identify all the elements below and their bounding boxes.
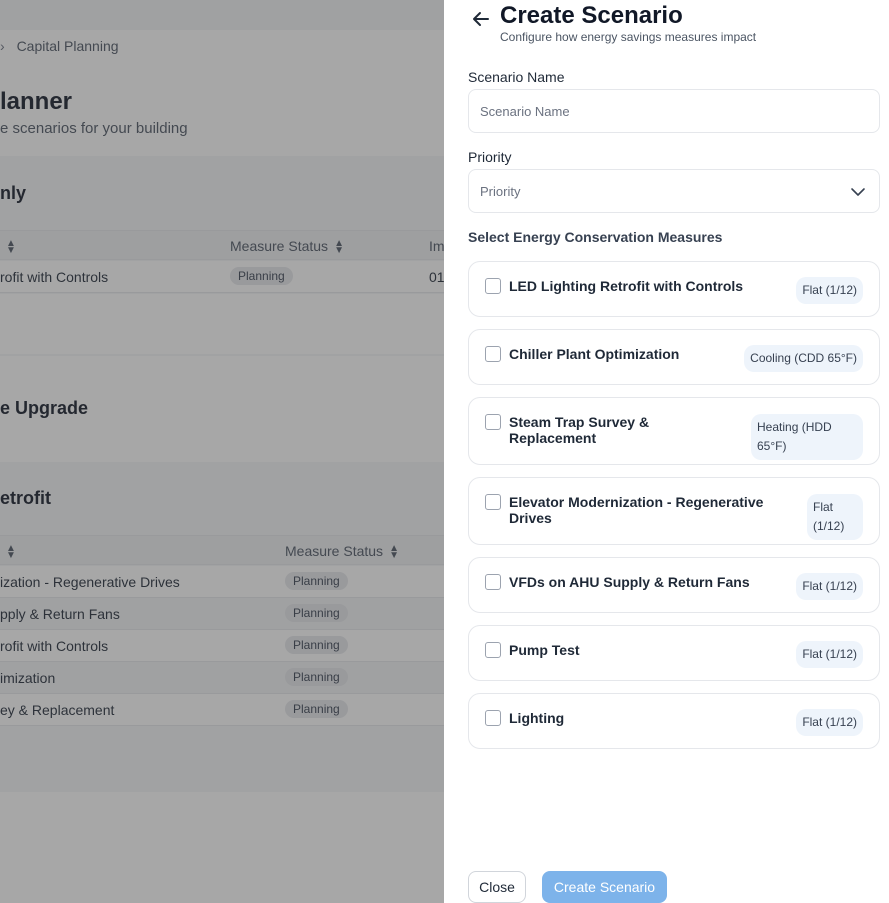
ecm-name: VFDs on AHU Supply & Return Fans	[509, 574, 750, 590]
ecm-checkbox[interactable]	[485, 346, 501, 362]
ecm-weather-tag: Flat (1/12)	[796, 709, 863, 736]
ecm-weather-tag: Flat (1/12)	[796, 573, 863, 600]
create-scenario-button[interactable]: Create Scenario	[542, 871, 667, 903]
priority-placeholder: Priority	[480, 184, 521, 199]
ecm-item[interactable]: Lighting Flat (1/12)	[468, 693, 880, 749]
ecm-checkbox[interactable]	[485, 642, 501, 658]
ecm-section-label: Select Energy Conservation Measures	[468, 229, 723, 245]
scenario-name-input[interactable]	[468, 89, 880, 133]
drawer-subtitle: Configure how energy savings measures im…	[500, 30, 757, 44]
ecm-item[interactable]: Steam Trap Survey & Replacement Heating …	[468, 397, 880, 465]
scenario-name-label: Scenario Name	[468, 69, 565, 85]
ecm-weather-tag: Heating (HDD 65°F)	[751, 414, 863, 460]
ecm-name: Lighting	[509, 710, 565, 726]
ecm-weather-tag: Flat (1/12)	[796, 277, 863, 304]
arrow-left-icon[interactable]	[470, 8, 492, 30]
ecm-item[interactable]: Chiller Plant Optimization Cooling (CDD …	[468, 329, 880, 385]
ecm-name: Steam Trap Survey & Replacement	[509, 414, 650, 446]
ecm-name: LED Lighting Retrofit with Controls	[509, 278, 744, 294]
priority-select[interactable]: Priority	[468, 169, 880, 213]
drawer-title: Create Scenario	[500, 2, 683, 29]
ecm-weather-tag: Flat (1/12)	[796, 641, 863, 668]
ecm-checkbox[interactable]	[485, 710, 501, 726]
chevron-down-icon	[849, 183, 867, 201]
ecm-checkbox[interactable]	[485, 278, 501, 294]
ecm-checkbox[interactable]	[485, 574, 501, 590]
ecm-item[interactable]: Elevator Modernization - Regenerative Dr…	[468, 477, 880, 545]
close-button[interactable]: Close	[468, 871, 526, 903]
ecm-name: Elevator Modernization - Regenerative Dr…	[509, 494, 764, 526]
priority-label: Priority	[468, 149, 512, 165]
ecm-checkbox[interactable]	[485, 414, 501, 430]
ecm-name: Chiller Plant Optimization	[509, 346, 680, 362]
create-scenario-drawer: Create Scenario Configure how energy sav…	[444, 0, 889, 903]
ecm-weather-tag: Cooling (CDD 65°F)	[744, 345, 863, 372]
ecm-checkbox[interactable]	[485, 494, 501, 510]
ecm-item[interactable]: LED Lighting Retrofit with Controls Flat…	[468, 261, 880, 317]
ecm-item[interactable]: Pump Test Flat (1/12)	[468, 625, 880, 681]
ecm-weather-tag: Flat (1/12)	[807, 494, 863, 540]
ecm-item[interactable]: VFDs on AHU Supply & Return Fans Flat (1…	[468, 557, 880, 613]
ecm-name: Pump Test	[509, 642, 580, 658]
